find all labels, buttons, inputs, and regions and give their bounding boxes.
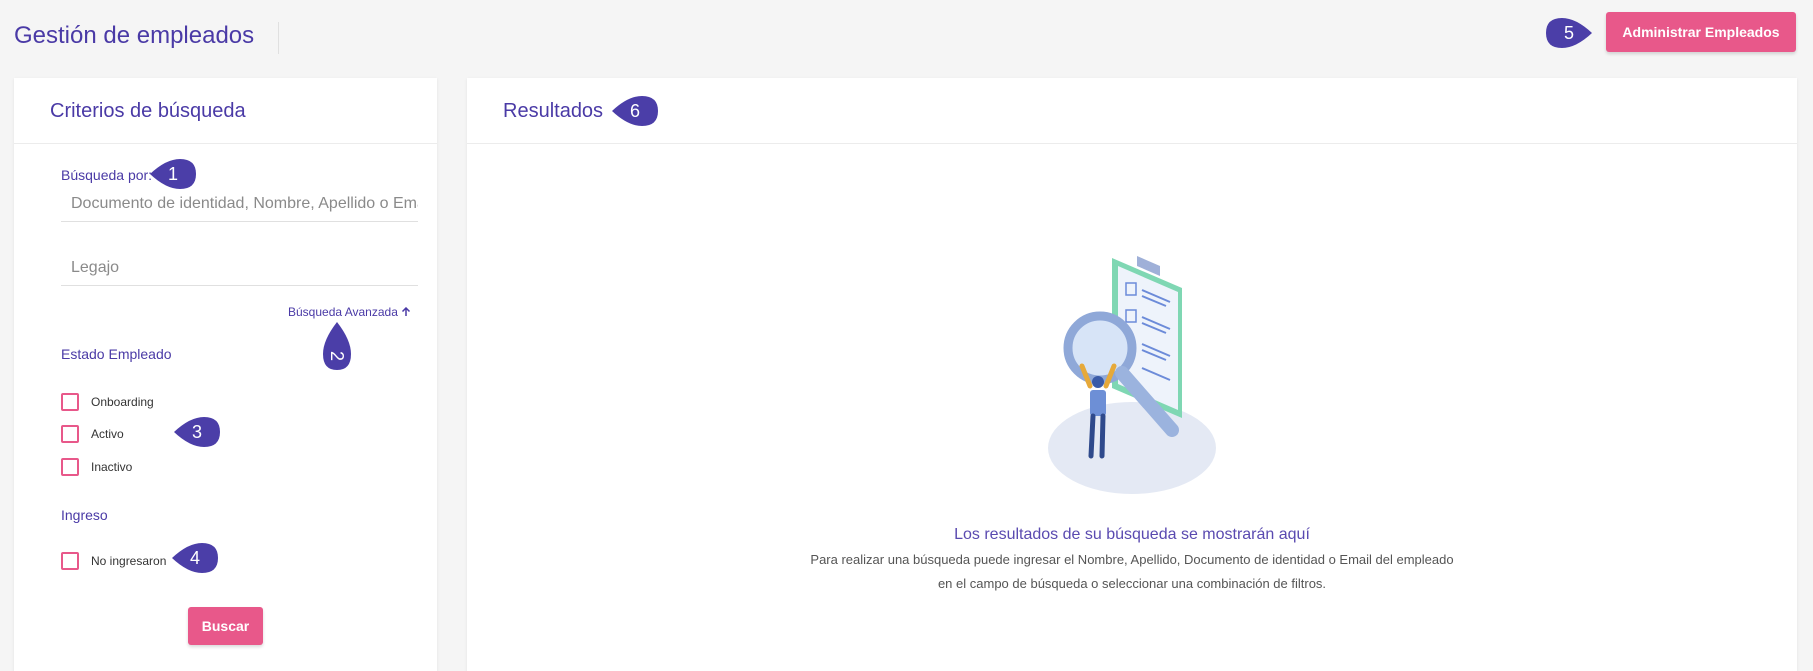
marker-2-label: 2 xyxy=(327,350,348,361)
empty-results-illustration xyxy=(1048,256,1216,494)
empty-results-description: Para realizar una búsqueda puede ingresa… xyxy=(810,552,1454,591)
checkbox-activo[interactable]: Activo xyxy=(61,424,124,444)
page-title: Gestión de empleados xyxy=(14,22,255,49)
marker-6: 6 xyxy=(610,94,660,128)
marker-1-label: 1 xyxy=(167,163,178,184)
advanced-search-link[interactable]: Búsqueda Avanzada xyxy=(288,305,411,319)
title-divider xyxy=(278,22,279,54)
checkbox-square[interactable] xyxy=(61,458,79,476)
search-button[interactable]: Buscar xyxy=(188,607,263,645)
search-criteria-title: Criterios de búsqueda xyxy=(50,100,246,122)
marker-1: 1 xyxy=(148,157,198,191)
empty-results-title: Los resultados de su búsqueda se mostrar… xyxy=(954,526,1310,543)
search-criteria-panel: Criterios de búsqueda Búsqueda por: Búsq… xyxy=(14,78,437,671)
checkbox-label: Inactivo xyxy=(91,460,133,474)
checkbox-label: Activo xyxy=(91,427,124,441)
search-criteria-header: Criterios de búsqueda xyxy=(14,78,437,144)
checkbox-onboarding[interactable]: Onboarding xyxy=(61,392,154,412)
ingreso-section-label: Ingreso xyxy=(61,507,108,523)
results-header: Resultados xyxy=(467,78,1797,144)
checkbox-square[interactable] xyxy=(61,393,79,411)
search-by-label: Búsqueda por: xyxy=(61,167,153,183)
checkbox-inactivo[interactable]: Inactivo xyxy=(61,457,132,477)
legajo-input[interactable] xyxy=(61,250,418,286)
marker-4-label: 4 xyxy=(189,547,200,568)
admin-employees-button[interactable]: Administrar Empleados xyxy=(1606,12,1796,52)
marker-5: 5 xyxy=(1544,16,1594,50)
top-bar: Gestión de empleados Administrar Emplead… xyxy=(0,0,1813,74)
marker-5-label: 5 xyxy=(1563,22,1574,43)
checkbox-square[interactable] xyxy=(61,425,79,443)
checkbox-no-ingresaron[interactable]: No ingresaron xyxy=(61,551,166,571)
results-panel: Resultados Los resultados de su búsqueda… xyxy=(467,78,1797,671)
results-title: Resultados xyxy=(503,100,604,122)
checkbox-label: No ingresaron xyxy=(91,554,167,568)
arrow-up-icon xyxy=(402,306,411,316)
marker-3: 3 xyxy=(172,415,222,449)
search-input[interactable] xyxy=(61,186,418,222)
checkbox-label: Onboarding xyxy=(91,395,154,409)
marker-3-label: 3 xyxy=(191,421,202,442)
marker-4: 4 xyxy=(170,541,220,575)
advanced-search-label: Búsqueda Avanzada xyxy=(288,305,398,319)
marker-2: 2 xyxy=(319,320,355,372)
marker-6-label: 6 xyxy=(629,100,640,121)
status-section-label: Estado Empleado xyxy=(61,346,172,362)
checkbox-square[interactable] xyxy=(61,552,79,570)
